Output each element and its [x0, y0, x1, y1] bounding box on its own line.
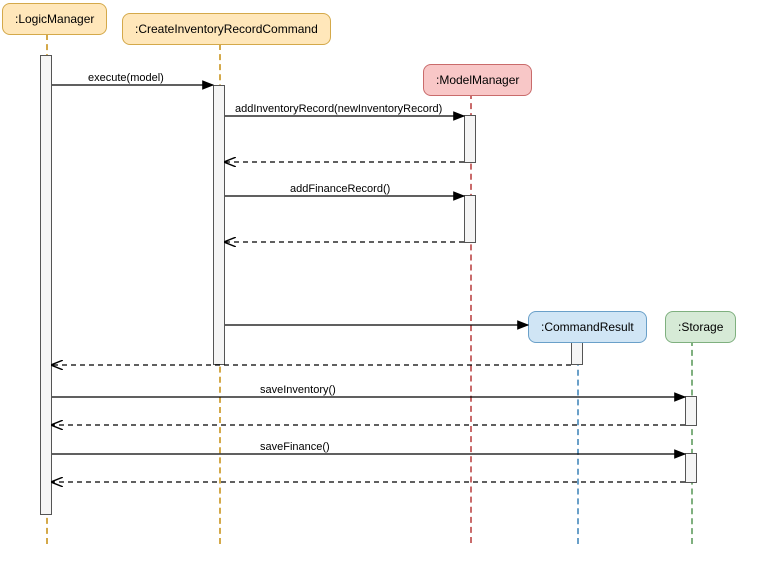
activation-storage-1	[685, 396, 697, 426]
lifeline-storage	[691, 340, 693, 544]
msg-addfinancerecord: addFinanceRecord()	[290, 183, 390, 195]
msg-savefinance: saveFinance()	[260, 441, 330, 453]
arrows-layer	[0, 0, 761, 572]
participant-label: :CommandResult	[541, 320, 634, 334]
participant-commandresult: :CommandResult	[528, 311, 647, 343]
participant-storage: :Storage	[665, 311, 736, 343]
participant-label: :ModelManager	[436, 73, 519, 87]
activation-storage-2	[685, 453, 697, 483]
activation-modelmanager-2	[464, 195, 476, 243]
activation-logicmanager	[40, 55, 52, 515]
participant-modelmanager: :ModelManager	[423, 64, 532, 96]
participant-createcmd: :CreateInventoryRecordCommand	[122, 13, 331, 45]
participant-label: :LogicManager	[15, 12, 94, 26]
msg-execute: execute(model)	[88, 72, 164, 84]
lifeline-commandresult	[577, 340, 579, 544]
participant-logicmanager: :LogicManager	[2, 3, 107, 35]
msg-saveinventory: saveInventory()	[260, 384, 336, 396]
msg-addinventoryrecord: addInventoryRecord(newInventoryRecord)	[235, 103, 442, 115]
participant-label: :Storage	[678, 320, 723, 334]
participant-label: :CreateInventoryRecordCommand	[135, 22, 318, 36]
activation-createcmd	[213, 85, 225, 365]
activation-commandresult	[571, 340, 583, 365]
activation-modelmanager-1	[464, 115, 476, 163]
